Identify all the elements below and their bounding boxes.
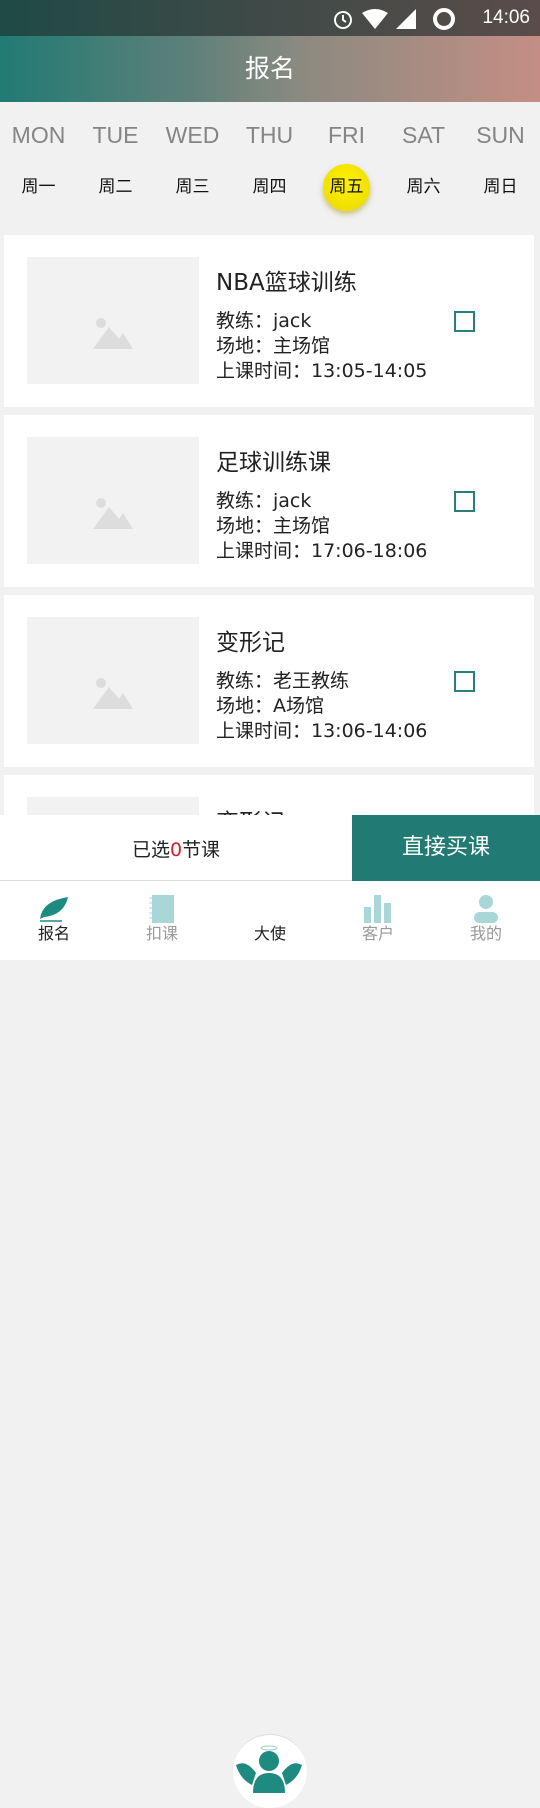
page-title: 报名	[0, 36, 540, 102]
day-cn[interactable]: 周四	[246, 164, 293, 211]
tab-deduct[interactable]: 扣课	[108, 881, 216, 960]
tab-mine[interactable]: 我的	[432, 881, 540, 960]
course-coach: 教练：老王教练	[216, 670, 350, 692]
tab-signup[interactable]: 报名	[0, 881, 108, 960]
day-en: TUE	[92, 122, 139, 148]
course-checkbox[interactable]	[454, 491, 475, 512]
course-image-placeholder	[27, 257, 199, 384]
day-cn[interactable]: 周六	[400, 164, 447, 211]
feather-icon	[40, 897, 68, 922]
course-venue: 场地：A场馆	[216, 695, 324, 717]
week-selector: MON 周一 TUE 周二 WED 周三 THU 周四 FRI 周五 SAT 周六 SUN 周…	[0, 102, 540, 232]
tab-label: 扣课	[145, 924, 178, 943]
course-card[interactable]: 变形记 教练：老王教练 场地：A场馆 上课时间：13:06-14:06	[4, 595, 534, 767]
tab-clients[interactable]: 客户	[324, 881, 432, 960]
course-coach: 教练：jack	[216, 490, 312, 512]
course-image-placeholder	[27, 617, 199, 744]
course-coach: 教练：jack	[216, 310, 312, 332]
course-checkbox[interactable]	[454, 311, 475, 332]
image-placeholder-icon	[93, 678, 133, 709]
selected-count: 0	[169, 839, 183, 861]
purchase-bar: 已选0节课 直接买课	[0, 815, 540, 881]
course-title: NBA篮球训练	[216, 270, 357, 296]
image-placeholder-icon	[93, 498, 133, 529]
day-cn[interactable]: 周日	[477, 164, 524, 211]
clock: 14:06	[482, 7, 530, 28]
course-card[interactable]: 足球训练课 教练：jack 场地：主场馆 上课时间：17:06-18:06	[4, 415, 534, 587]
day-cn[interactable]: 周二	[92, 164, 139, 211]
selected-prefix: 已选	[131, 839, 170, 861]
tab-label: 客户	[361, 924, 394, 943]
notebook-icon	[149, 895, 174, 923]
day-en: SAT	[401, 122, 446, 148]
day-en: MON	[11, 122, 66, 148]
day-en: SUN	[476, 122, 525, 148]
battery-ring-icon	[433, 8, 455, 30]
signal-icon	[396, 9, 416, 29]
day-en: FRI	[327, 122, 366, 148]
bar-chart-icon	[364, 895, 391, 923]
buy-course-button[interactable]: 直接买课	[352, 815, 540, 881]
course-time: 上课时间：17:06-18:06	[216, 540, 428, 562]
person-icon	[474, 895, 498, 923]
selected-suffix: 节课	[182, 839, 221, 861]
bottom-nav: 报名 扣课 大使 客户 我的	[0, 881, 540, 1808]
alarm-icon	[334, 11, 352, 29]
course-venue: 场地：主场馆	[216, 335, 331, 357]
course-venue: 场地：主场馆	[216, 515, 331, 537]
angel-bubble[interactable]	[233, 1734, 307, 1808]
status-bar: 14:06	[0, 0, 540, 36]
course-image-placeholder	[27, 437, 199, 564]
day-cn-selected[interactable]: 周五	[323, 164, 370, 211]
angel-icon	[236, 1745, 302, 1793]
course-time: 上课时间：13:05-14:05	[216, 360, 428, 382]
course-card[interactable]: NBA篮球训练 教练：jack 场地：主场馆 上课时间：13:05-14:05	[4, 235, 534, 407]
day-cn[interactable]: 周一	[15, 164, 62, 211]
tab-label: 大使	[253, 924, 286, 943]
course-title: 变形记	[216, 630, 285, 656]
day-en: THU	[245, 122, 294, 148]
image-placeholder-icon	[93, 318, 133, 349]
course-checkbox[interactable]	[454, 671, 475, 692]
day-en: WED	[165, 122, 220, 148]
course-title: 足球训练课	[216, 450, 331, 476]
course-time: 上课时间：13:06-14:06	[216, 720, 428, 742]
tab-ambassador[interactable]: 大使	[216, 881, 324, 960]
day-cn[interactable]: 周三	[169, 164, 216, 211]
tab-label: 报名	[37, 924, 70, 943]
tab-label: 我的	[469, 924, 502, 943]
selected-count-text: 已选0节课	[0, 835, 352, 862]
wifi-icon	[362, 9, 388, 29]
